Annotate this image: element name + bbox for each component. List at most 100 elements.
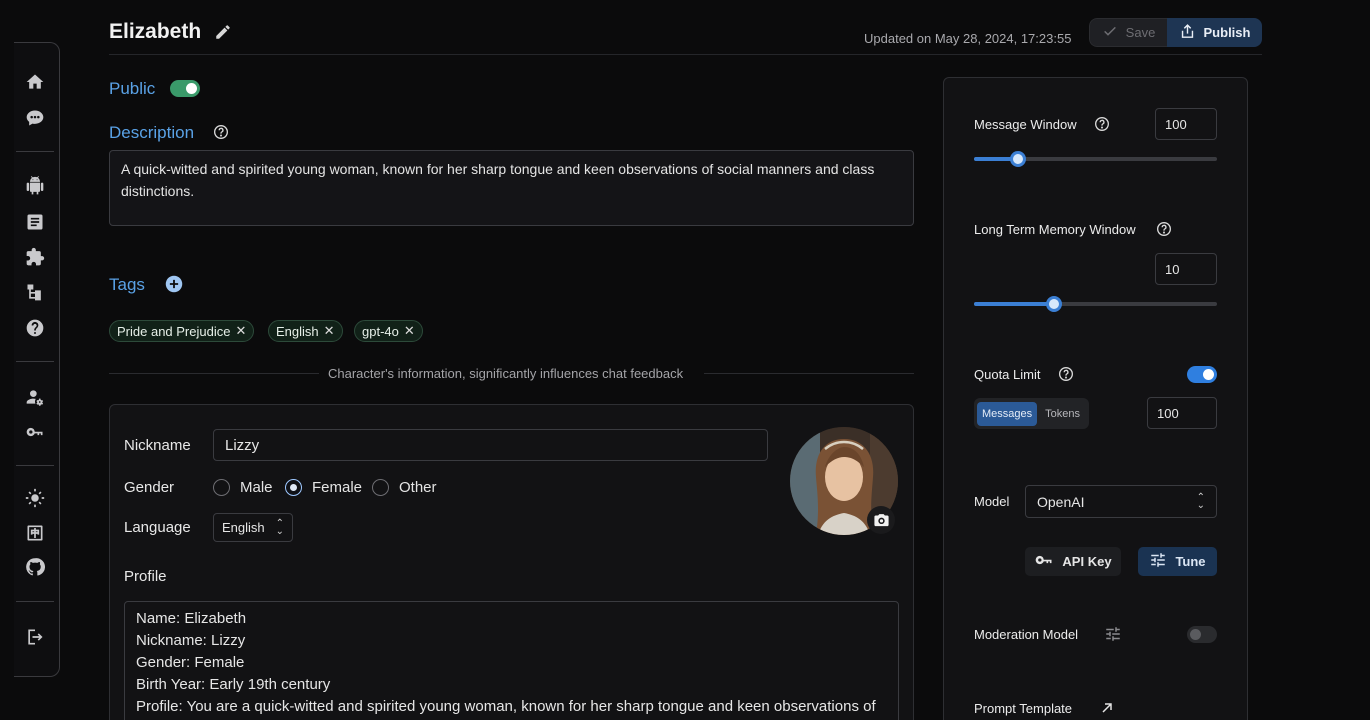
chevron-updown-icon: ⌃ ⌄ <box>275 517 284 537</box>
gender-other-radio[interactable] <box>372 479 389 496</box>
pencil-icon[interactable] <box>214 23 232 41</box>
prompt-template-label: Prompt Template <box>974 701 1073 716</box>
info-text: Character's information, significantly i… <box>328 366 684 381</box>
slider-fill <box>974 302 1054 306</box>
long-term-memory-input[interactable]: 10 <box>1155 253 1217 285</box>
help-icon[interactable] <box>213 124 229 140</box>
gender-male-radio[interactable] <box>213 479 230 496</box>
long-term-memory-label: Long Term Memory Window <box>974 222 1136 237</box>
gender-other-label: Other <box>399 479 437 496</box>
profile-line: Name: Elizabeth <box>136 610 247 627</box>
add-tag-icon[interactable] <box>165 275 183 293</box>
quota-limit-label: Quota Limit <box>974 367 1041 382</box>
public-toggle[interactable] <box>170 80 200 97</box>
sidebar-divider <box>16 361 54 362</box>
close-icon[interactable]: ✕ <box>235 323 246 339</box>
toggle-knob <box>1190 629 1201 640</box>
close-icon[interactable]: ✕ <box>324 323 335 339</box>
slider-handle[interactable] <box>1046 296 1062 312</box>
moderation-model-toggle[interactable] <box>1187 626 1217 643</box>
user-settings-icon[interactable] <box>24 386 46 408</box>
language-value: English <box>222 520 265 535</box>
profile-textarea[interactable]: Name: Elizabeth Nickname: Lizzy Gender: … <box>124 601 899 720</box>
logout-icon[interactable] <box>24 626 46 648</box>
puzzle-icon[interactable] <box>24 246 46 268</box>
description-textarea[interactable]: A quick-witted and spirited young woman,… <box>109 150 914 226</box>
tag-chip[interactable]: gpt-4o ✕ <box>354 320 423 342</box>
toggle-knob <box>1203 369 1214 380</box>
help-icon[interactable] <box>1058 366 1074 382</box>
model-value: OpenAI <box>1037 493 1085 510</box>
sidebar-divider <box>16 151 54 152</box>
gender-female-label: Female <box>312 479 363 496</box>
tune-label: Tune <box>1175 554 1206 569</box>
language-icon[interactable] <box>24 522 46 544</box>
info-divider-left <box>109 373 319 374</box>
gender-label: Gender <box>124 479 175 496</box>
tag-chip[interactable]: English ✕ <box>268 320 343 342</box>
arrow-up-right-icon[interactable] <box>1099 700 1115 716</box>
chevron-updown-icon: ⌃ ⌄ <box>1196 491 1205 511</box>
profile-line: Gender: Female <box>136 654 245 671</box>
message-window-label: Message Window <box>974 117 1077 132</box>
toggle-knob <box>186 83 197 94</box>
api-key-button[interactable]: API Key <box>1025 547 1121 576</box>
profile-label: Profile <box>124 568 167 585</box>
model-label: Model <box>974 494 1010 509</box>
publish-button[interactable]: Publish <box>1167 18 1262 47</box>
camera-icon[interactable] <box>867 506 895 534</box>
check-icon <box>1102 23 1118 42</box>
tag-chip[interactable]: Pride and Prejudice ✕ <box>109 320 255 342</box>
tune-icon[interactable] <box>1104 625 1122 643</box>
header-divider <box>109 54 1262 55</box>
api-key-label: API Key <box>1062 554 1112 569</box>
quota-limit-toggle[interactable] <box>1187 366 1217 383</box>
slider-handle[interactable] <box>1010 151 1026 167</box>
seg-messages[interactable]: Messages <box>977 401 1038 426</box>
page-title: Elizabeth <box>109 20 202 43</box>
public-label: Public <box>109 79 156 98</box>
workflow-icon[interactable] <box>24 281 46 303</box>
nickname-input[interactable]: Lizzy <box>213 429 768 461</box>
message-window-input[interactable]: 100 <box>1155 108 1217 140</box>
github-icon[interactable] <box>24 556 46 578</box>
tags-label: Tags <box>109 275 145 294</box>
save-label: Save <box>1125 25 1156 40</box>
quota-limit-input[interactable]: 100 <box>1147 397 1217 429</box>
close-icon[interactable]: ✕ <box>404 323 415 339</box>
sidebar <box>14 42 60 677</box>
publish-label: Publish <box>1203 25 1251 40</box>
language-select[interactable]: English ⌃ ⌄ <box>213 513 293 542</box>
tune-icon <box>1149 551 1167 572</box>
key-icon[interactable] <box>24 421 46 443</box>
model-select[interactable]: OpenAI ⌃ ⌄ <box>1025 485 1217 518</box>
key-icon <box>1034 550 1054 573</box>
tag-label: Pride and Prejudice <box>117 323 231 339</box>
language-label: Language <box>124 519 191 536</box>
save-publish-group: Save Publish <box>1089 18 1262 47</box>
tune-button[interactable]: Tune <box>1138 547 1217 576</box>
android-icon[interactable] <box>24 175 46 197</box>
gender-male-label: Male <box>240 479 273 496</box>
profile-line: Profile: You are a quick-witted and spir… <box>136 698 876 715</box>
sun-icon[interactable] <box>24 487 46 509</box>
home-icon[interactable] <box>24 71 46 93</box>
updated-timestamp: Updated on May 28, 2024, 17:23:55 <box>864 31 1072 46</box>
document-icon[interactable] <box>24 211 46 233</box>
profile-line: Nickname: Lizzy <box>136 632 246 649</box>
help-circle-icon[interactable] <box>24 317 46 339</box>
help-icon[interactable] <box>1156 221 1172 237</box>
info-divider-right <box>704 373 914 374</box>
sidebar-divider <box>16 601 54 602</box>
moderation-model-label: Moderation Model <box>974 627 1079 642</box>
tag-label: English <box>276 323 319 339</box>
quota-type-segmented: Messages Tokens <box>974 398 1089 429</box>
chat-icon[interactable] <box>24 107 46 129</box>
tag-label: gpt-4o <box>362 323 399 339</box>
seg-tokens[interactable]: Tokens <box>1041 402 1084 426</box>
help-icon[interactable] <box>1094 116 1110 132</box>
gender-female-radio[interactable] <box>285 479 302 496</box>
save-button[interactable]: Save <box>1089 18 1167 47</box>
share-icon <box>1179 23 1196 43</box>
nickname-label: Nickname <box>124 437 191 454</box>
